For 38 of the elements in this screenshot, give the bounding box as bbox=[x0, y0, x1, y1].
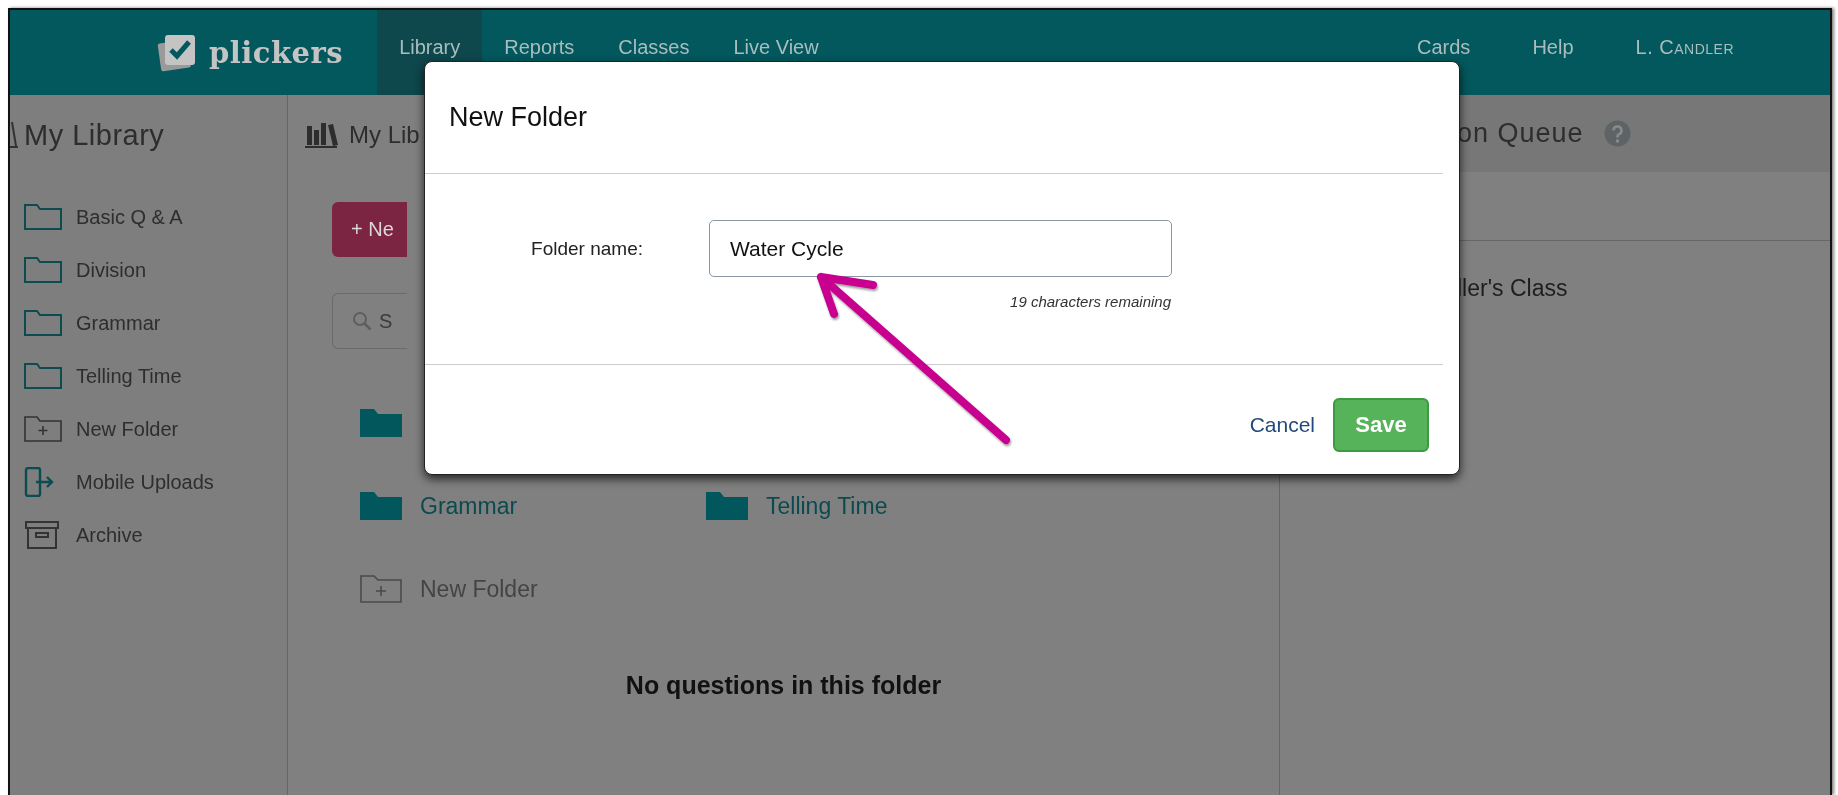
search-icon bbox=[352, 311, 372, 331]
folder-item[interactable]: Grammar bbox=[420, 492, 518, 520]
search-field[interactable]: S bbox=[332, 293, 407, 349]
character-count: 19 characters remaining bbox=[1010, 293, 1171, 310]
sidebar-title: My Library bbox=[24, 118, 165, 152]
archive-box-icon bbox=[24, 521, 62, 549]
folder-icon bbox=[706, 492, 748, 520]
folder-plus-icon bbox=[360, 575, 402, 603]
logo-text[interactable]: plickers bbox=[209, 35, 344, 70]
empty-message: No questions in this folder bbox=[624, 670, 943, 701]
sidebar-item[interactable]: Telling Time bbox=[76, 364, 182, 388]
new-button[interactable]: + Ne bbox=[332, 202, 407, 257]
panel-title: My Lib bbox=[349, 121, 420, 149]
library-icon bbox=[10, 120, 18, 150]
folder-item[interactable]: New Folder bbox=[420, 575, 538, 603]
sidebar-item[interactable]: Archive bbox=[76, 523, 143, 547]
sidebar-item[interactable]: Basic Q & A bbox=[76, 205, 183, 229]
folder-name-field[interactable]: Water Cycle bbox=[709, 220, 1172, 277]
save-button[interactable]: Save bbox=[1333, 397, 1429, 452]
sidebar-item[interactable]: Grammar bbox=[76, 311, 161, 335]
folder-item[interactable]: Telling Time bbox=[766, 492, 888, 520]
folder-icon bbox=[24, 310, 62, 336]
folder-icon bbox=[24, 363, 62, 389]
folder-plus-icon bbox=[24, 416, 62, 442]
sidebar-item[interactable]: Division bbox=[76, 258, 147, 282]
folder-icon bbox=[24, 204, 62, 230]
dialog-title: New Folder bbox=[449, 102, 588, 133]
cancel-link[interactable]: Cancel bbox=[1249, 412, 1315, 437]
books-icon bbox=[305, 121, 339, 149]
help-icon bbox=[1603, 120, 1631, 147]
folder-icon bbox=[24, 257, 62, 283]
sidebar-item[interactable]: Mobile Uploads bbox=[76, 470, 214, 494]
nav-link[interactable]: Help bbox=[1532, 36, 1574, 95]
folder-icon bbox=[360, 492, 402, 520]
user-menu[interactable]: L. Candler bbox=[1635, 36, 1734, 95]
sidebar-item[interactable]: New Folder bbox=[76, 417, 179, 441]
folder-icon bbox=[360, 409, 402, 437]
field-label: Folder name: bbox=[531, 238, 643, 260]
